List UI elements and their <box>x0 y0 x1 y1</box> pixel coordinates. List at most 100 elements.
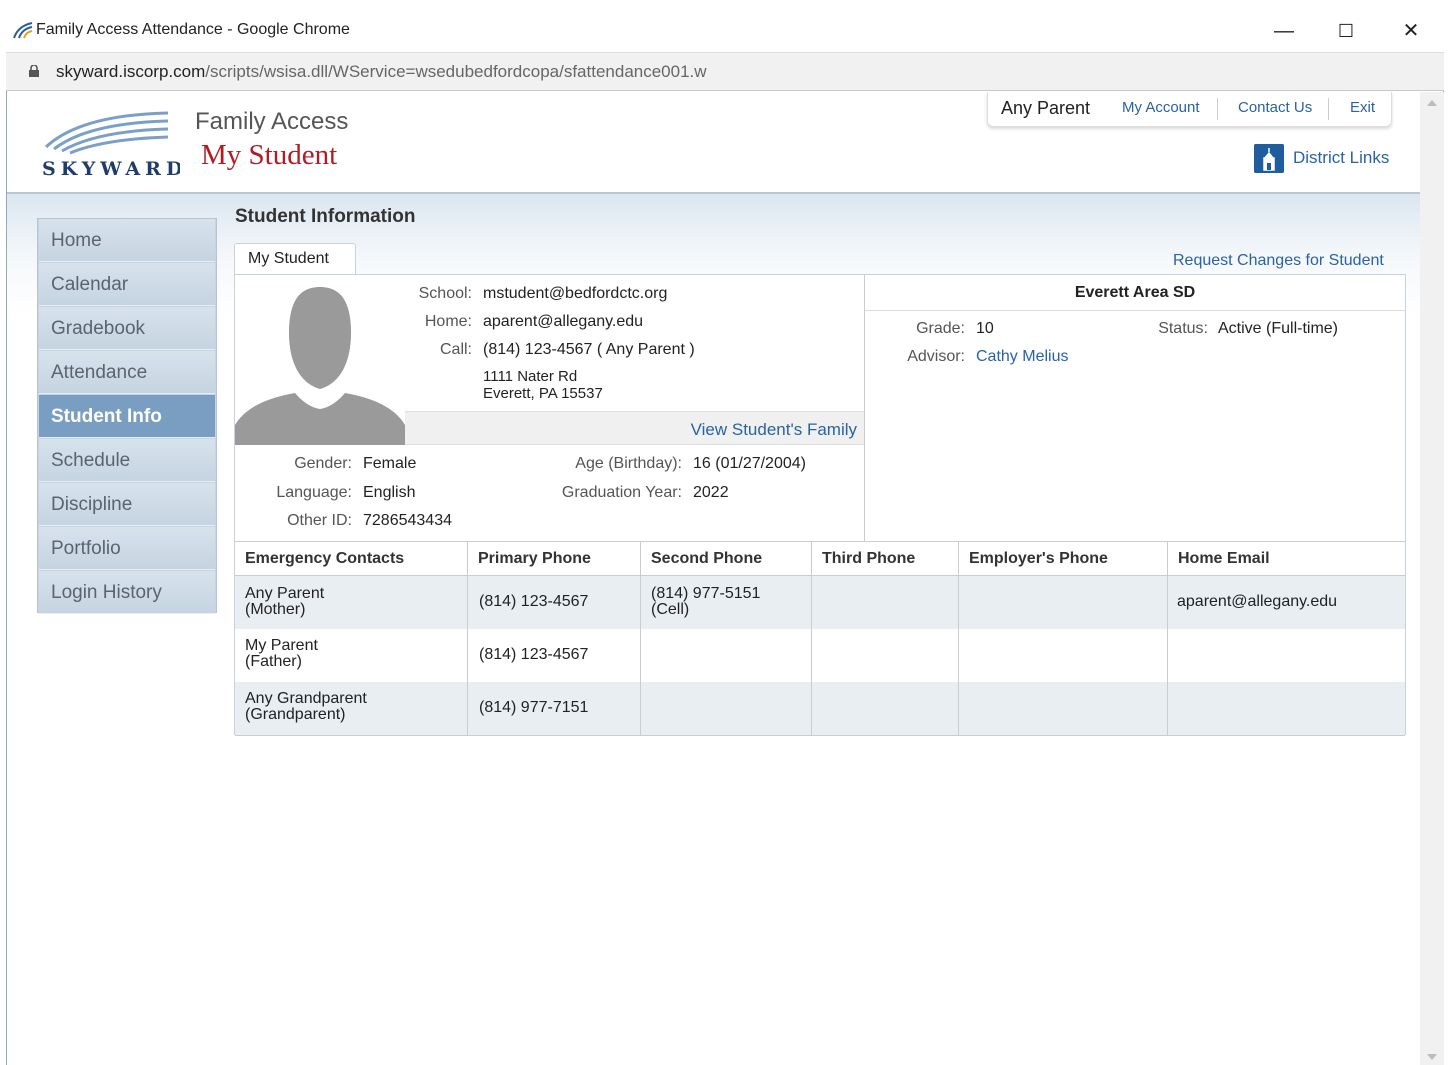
nav-item-label: Calendar <box>51 274 129 295</box>
column-header-label: Home Email <box>1178 550 1270 567</box>
contact-name-cell: My Parent (Father) <box>245 638 318 670</box>
other-id-value: 7286543434 <box>363 512 452 529</box>
nav-item-gradebook[interactable]: Gradebook <box>39 307 215 350</box>
primary-phone: (814) 977-7151 <box>479 699 589 716</box>
nav-item-label: Attendance <box>51 362 148 383</box>
maximize-button[interactable]: ☐ <box>1324 16 1368 46</box>
column-header-label: Employer's Phone <box>969 550 1108 567</box>
call-label: Call: <box>439 341 472 358</box>
family-access-title: Family Access <box>195 108 349 135</box>
side-nav: Home Calendar Gradebook Attendance Stude… <box>37 218 217 614</box>
grade-label: Grade: <box>916 320 965 337</box>
status-label: Status: <box>1158 320 1208 337</box>
nav-item-portfolio[interactable]: Portfolio <box>39 527 215 570</box>
nav-item-calendar[interactable]: Calendar <box>39 263 215 306</box>
logo-text: SKYWARD <box>42 158 180 179</box>
exit-link[interactable]: Exit <box>1350 99 1375 116</box>
url-path: /scripts/wsisa.dll/WService=wsedubedford… <box>205 62 707 81</box>
grade-value: 10 <box>976 320 994 337</box>
contact-relation: (Mother) <box>245 601 306 618</box>
call-value: (814) 123-4567 ( Any Parent ) <box>483 341 695 358</box>
nav-item-label: Schedule <box>51 450 131 471</box>
skyward-logo: SKYWARD <box>42 111 180 179</box>
age-value: 16 (01/27/2004) <box>693 455 806 472</box>
graduation-year-label: Graduation Year: <box>561 484 682 501</box>
table-row: Any Grandparent (Grandparent) (814) 977-7… <box>235 682 1405 735</box>
tab-label: My Student <box>248 250 329 267</box>
contact-relation: (Father) <box>245 653 302 670</box>
scroll-down-icon[interactable] <box>1427 1054 1437 1062</box>
request-changes-link[interactable]: Request Changes for Student <box>1173 252 1384 270</box>
address-bar[interactable]: skyward.iscorp.com/scripts/wsisa.dll/WSe… <box>6 53 1444 91</box>
scrollbar[interactable] <box>1420 92 1444 1065</box>
divider <box>1217 98 1218 120</box>
nav-item-discipline[interactable]: Discipline <box>39 483 215 526</box>
school-email[interactable]: mstudent@bedfordctc.org <box>483 285 667 303</box>
divider <box>864 275 865 541</box>
home-email[interactable]: aparent@allegany.edu <box>483 313 643 331</box>
contact-name: My Parent <box>245 637 318 654</box>
district-links[interactable]: District Links <box>1293 148 1389 168</box>
column-header: Primary Phone <box>467 541 640 576</box>
window-title: Family Access Attendance - Google Chrome <box>36 21 350 38</box>
district-header: Everett Area SD <box>865 275 1405 311</box>
column-header-label: Second Phone <box>651 550 763 567</box>
my-account-link[interactable]: My Account <box>1122 99 1200 116</box>
second-phone: (814) 977-5151 <box>651 585 761 602</box>
view-family-link[interactable]: View Student's Family <box>691 420 857 440</box>
column-header: Employer's Phone <box>958 541 1167 576</box>
graduation-year-value: 2022 <box>693 484 729 501</box>
column-header-label: Primary Phone <box>478 550 591 567</box>
nav-item-home[interactable]: Home <box>39 219 215 262</box>
column-header: Third Phone <box>811 541 958 576</box>
nav-item-student-info[interactable]: Student Info <box>39 395 215 438</box>
nav-item-login-history[interactable]: Login History <box>39 571 215 614</box>
language-value: English <box>363 484 416 501</box>
minimize-button[interactable]: — <box>1262 16 1306 46</box>
age-label: Age (Birthday): <box>575 455 682 472</box>
contact-name: Any Grandparent <box>245 690 367 707</box>
divider <box>1328 98 1329 120</box>
table-row: Any Parent (Mother) (814) 123-4567 (814) … <box>235 576 1405 629</box>
table-bottom-border <box>235 735 1405 736</box>
nav-item-attendance[interactable]: Attendance <box>39 351 215 394</box>
column-header: Emergency Contacts <box>235 541 467 576</box>
primary-phone: (814) 123-4567 <box>479 646 589 663</box>
other-id-label: Other ID: <box>287 512 352 529</box>
home-email[interactable]: aparent@allegany.edu <box>1177 594 1337 610</box>
district-links-icon[interactable] <box>1254 144 1284 173</box>
user-name: Any Parent <box>1001 98 1091 118</box>
close-button[interactable]: ✕ <box>1389 16 1433 46</box>
primary-phone: (814) 123-4567 <box>479 593 589 610</box>
contact-relation: (Grandparent) <box>245 706 346 723</box>
second-phone-cell: (814) 977-5151 (Cell) <box>651 586 760 618</box>
address-line1: 1111 Nater Rd <box>483 368 578 385</box>
status-value: Active (Full-time) <box>1218 320 1339 337</box>
advisor-label: Advisor: <box>907 348 965 365</box>
tab-my-student[interactable]: My Student <box>234 243 356 275</box>
advisor-link[interactable]: Cathy Melius <box>976 348 1068 366</box>
title-bar: Family Access Attendance - Google Chrome… <box>6 8 1444 53</box>
gender-label: Gender: <box>294 455 352 472</box>
lock-icon <box>29 65 39 77</box>
nav-item-schedule[interactable]: Schedule <box>39 439 215 482</box>
column-header-label: Third Phone <box>822 550 916 567</box>
scroll-up-icon[interactable] <box>1427 98 1437 106</box>
district-name: Everett Area SD <box>1074 284 1196 301</box>
contact-name-cell: Any Parent (Mother) <box>245 586 324 618</box>
gender-value: Female <box>363 455 417 472</box>
language-label: Language: <box>276 484 352 501</box>
school-label: School: <box>418 285 472 302</box>
url-text[interactable]: skyward.iscorp.com/scripts/wsisa.dll/WSe… <box>56 62 707 82</box>
column-header-label: Emergency Contacts <box>245 550 405 567</box>
user-menu: Any Parent My Account Contact Us Exit <box>987 92 1392 127</box>
second-phone-type: (Cell) <box>651 601 690 618</box>
page-title: Student Information <box>235 206 416 227</box>
table-row: My Parent (Father) (814) 123-4567 <box>235 629 1405 682</box>
url-host: skyward.iscorp.com <box>56 62 206 81</box>
address-line2: Everett, PA 15537 <box>483 385 603 402</box>
contact-us-link[interactable]: Contact Us <box>1238 99 1312 116</box>
nav-item-label: Portfolio <box>51 538 121 559</box>
nav-item-label: Gradebook <box>51 318 146 339</box>
column-header: Second Phone <box>640 541 811 576</box>
